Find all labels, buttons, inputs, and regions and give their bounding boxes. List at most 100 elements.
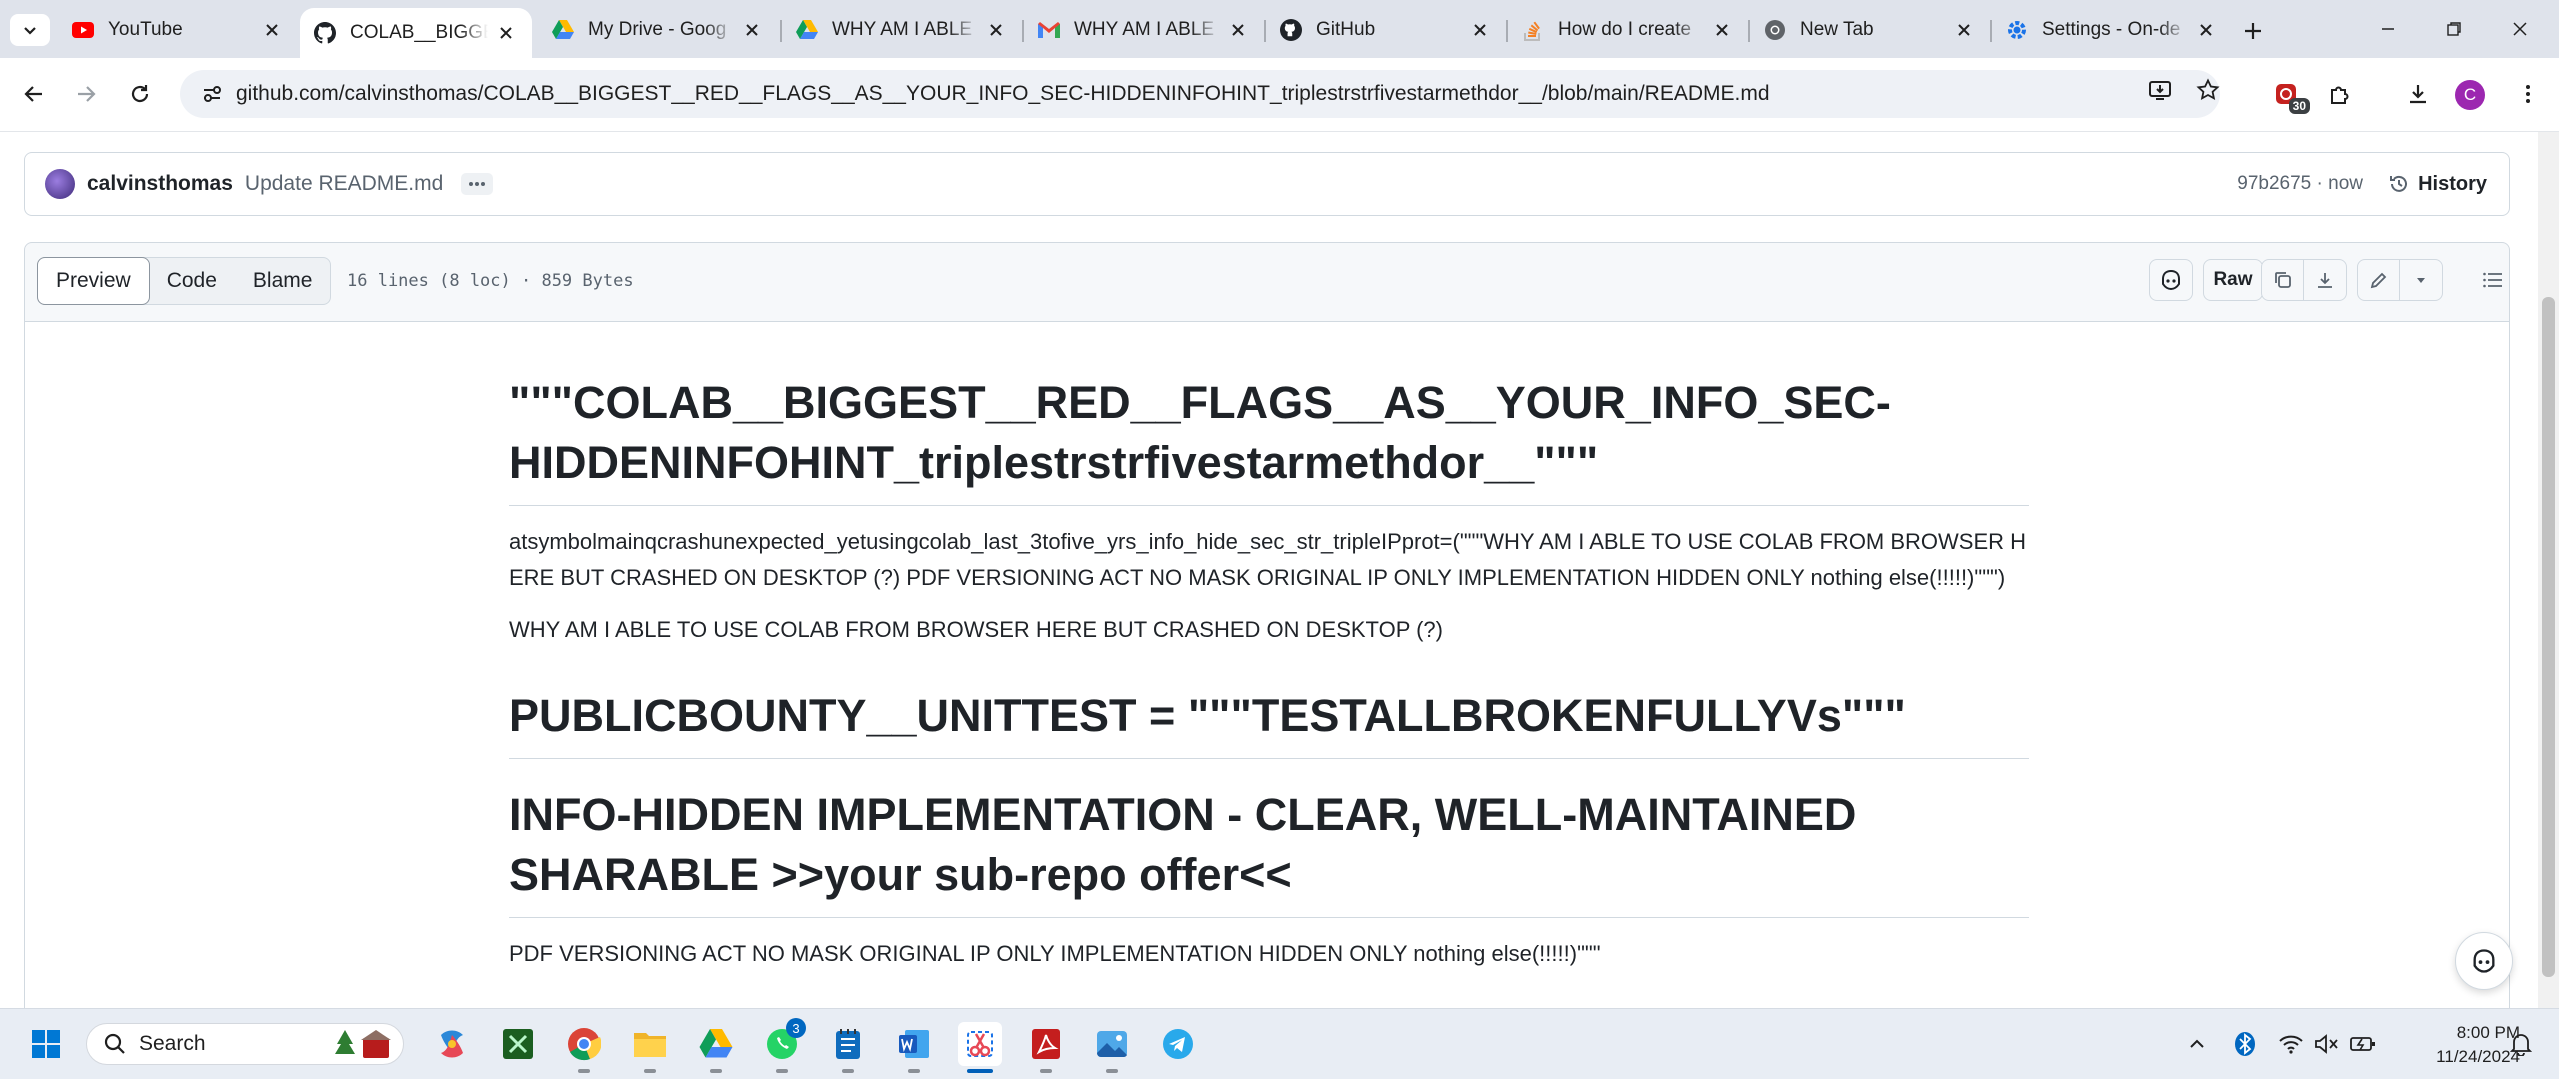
taskbar-chrome[interactable] [562,1022,606,1073]
volume-tray[interactable] [2312,1029,2342,1059]
taskbar-acrobat[interactable] [1024,1022,1068,1073]
paragraph-question: WHY AM I ABLE TO USE COLAB FROM BROWSER … [509,617,1443,642]
back-button[interactable] [12,72,56,116]
notifications-button[interactable] [2506,1029,2536,1059]
running-indicator [908,1069,920,1073]
downloads-button[interactable] [2396,72,2440,116]
paragraph-crash-description: atsymbolmainqcrashunexpected_yetusingcol… [509,529,2027,590]
tab-new-tab[interactable]: New Tab [1750,8,1990,52]
copy-raw-button[interactable] [2262,260,2304,300]
commit-hash-time[interactable]: 97b2675 · now [2237,173,2363,195]
address-bar[interactable]: github.com/calvinsthomas/COLAB__BIGGEST_… [180,70,2220,118]
history-icon [2390,175,2408,192]
arrow-right-icon [78,86,96,102]
edit-dropdown-button[interactable] [2400,260,2442,300]
bookmark-button[interactable] [2188,70,2228,110]
taskbar-file-explorer[interactable] [628,1022,672,1073]
install-app-button[interactable] [2140,70,2180,110]
page-scrollbar[interactable] [2538,132,2559,1008]
copilot-chat-button[interactable] [2455,932,2513,990]
minimize-icon [2382,28,2394,30]
history-button[interactable]: History [2388,173,2487,196]
raw-button[interactable]: Raw [2203,259,2263,301]
minimize-button[interactable] [2358,10,2418,48]
restore-icon [2447,22,2461,36]
tab-blame[interactable]: Blame [235,258,331,304]
forward-button[interactable] [64,72,108,116]
tab-github[interactable]: GitHub [1266,8,1506,52]
running-indicator [710,1069,722,1073]
close-tab-icon[interactable] [984,18,1008,42]
taskbar-gaming-app[interactable] [496,1022,540,1066]
reload-button[interactable] [118,72,162,116]
new-tab-button[interactable] [2236,14,2270,48]
extensions-menu-button[interactable] [2318,72,2362,116]
close-tab-icon[interactable] [494,21,518,45]
browser-menu-button[interactable] [2506,72,2550,116]
tab-my-drive[interactable]: My Drive - Goog [538,8,778,52]
avatar[interactable] [45,169,75,199]
tab-why-am-i-able-drive[interactable]: WHY AM I ABLE [782,8,1022,52]
list-icon [2483,272,2502,288]
extension-button[interactable]: 30 [2264,72,2310,116]
folder-icon [634,1033,666,1057]
wifi-tray[interactable] [2276,1029,2306,1059]
close-tab-icon[interactable] [1710,18,1734,42]
tab-title: WHY AM I ABLE [832,19,973,40]
tab-preview[interactable]: Preview [37,257,150,305]
clock-date: 11/24/2024 [2436,1047,2520,1066]
edit-group [2357,259,2443,301]
close-tab-icon[interactable] [740,18,764,42]
tab-why-am-i-able-gmail[interactable]: WHY AM I ABLE [1024,8,1264,52]
taskbar-search[interactable]: Search [86,1023,404,1065]
close-tab-icon[interactable] [2194,18,2218,42]
outline-button[interactable] [2471,259,2515,301]
tab-title: My Drive - Goog [588,19,727,40]
battery-tray[interactable] [2348,1029,2378,1059]
commit-details-button[interactable] [461,173,494,195]
windows-taskbar: Search 3 8:00 PM 11/24/2024 [0,1008,2559,1079]
settings-icon [2006,19,2028,41]
taskbar-snipping-tool[interactable] [958,1022,1002,1073]
profile-avatar[interactable]: C [2455,80,2485,110]
tab-code[interactable]: Code [149,258,235,304]
taskbar-whatsapp[interactable]: 3 [760,1018,806,1073]
tab-youtube[interactable]: YouTube [58,8,298,52]
site-info-icon[interactable] [188,70,236,118]
tab-title: COLAB__BIGGEST [350,22,488,43]
close-window-button[interactable] [2490,10,2550,48]
download-raw-button[interactable] [2304,260,2346,300]
commit-author[interactable]: calvinsthomas [87,172,233,196]
taskbar-google-drive[interactable] [694,1022,738,1073]
taskbar-copilot[interactable] [430,1022,474,1066]
show-hidden-icons-button[interactable] [2182,1029,2212,1059]
tab-settings[interactable]: Settings - On-de [1992,8,2232,52]
scrollbar-thumb[interactable] [2542,297,2555,977]
start-button[interactable] [24,1022,68,1066]
photos-icon [1097,1031,1127,1058]
taskbar-word[interactable] [892,1022,936,1073]
tab-how-do-i-create[interactable]: How do I create [1508,8,1748,52]
tab-github-readme[interactable]: COLAB__BIGGEST [300,8,532,58]
battery-charging-icon [2350,1037,2375,1051]
copilot-button[interactable] [2149,259,2193,301]
file-meta: 16 lines (8 loc) · 859 Bytes [347,271,634,291]
gmail-icon [1038,19,1060,41]
running-indicator [1106,1069,1118,1073]
close-tab-icon[interactable] [1226,18,1250,42]
notepad-icon [836,1029,860,1059]
taskbar-telegram[interactable] [1156,1022,1200,1066]
commit-message[interactable]: Update README.md [245,172,443,196]
close-tab-icon[interactable] [1952,18,1976,42]
tab-search-button[interactable] [10,14,50,46]
taskbar-photos[interactable] [1090,1022,1134,1073]
star-icon [2196,78,2220,101]
system-clock[interactable]: 8:00 PM 11/24/2024 [2400,1021,2520,1069]
close-tab-icon[interactable] [260,18,284,42]
edit-file-button[interactable] [2358,260,2400,300]
taskbar-notepad[interactable] [826,1022,870,1073]
bluetooth-tray[interactable] [2230,1029,2260,1059]
close-tab-icon[interactable] [1468,18,1492,42]
stackoverflow-icon [1522,19,1544,41]
restore-button[interactable] [2424,10,2484,48]
